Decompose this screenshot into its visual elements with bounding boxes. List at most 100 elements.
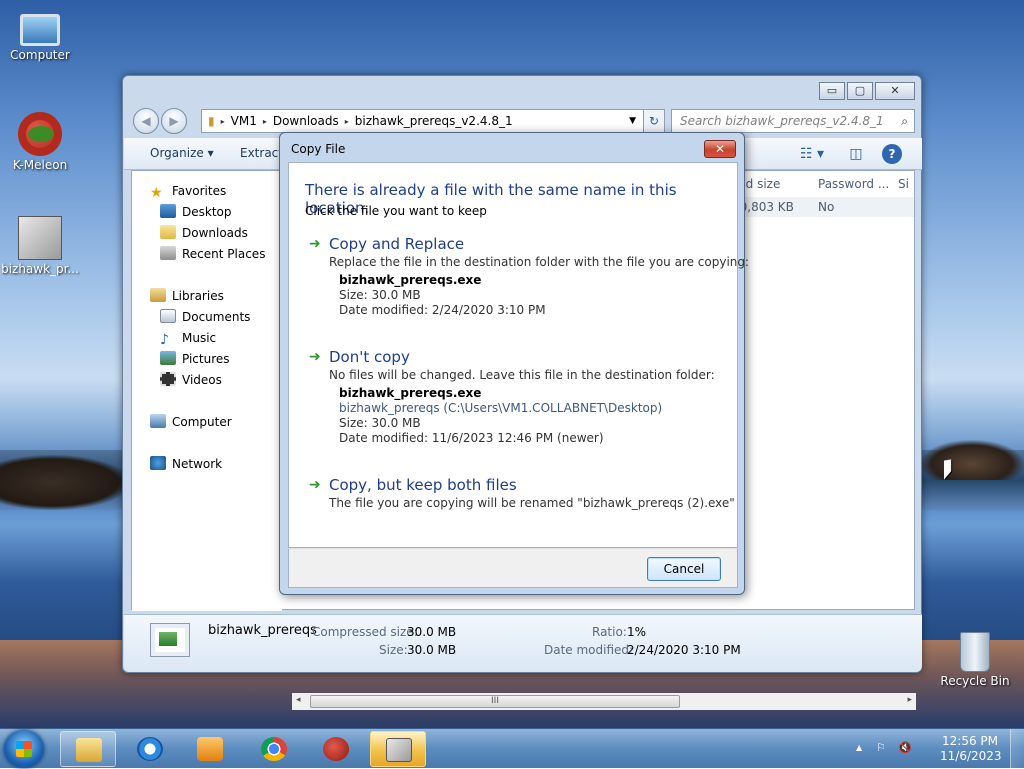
dialog-body: There is already a file with the same na… [288, 162, 749, 548]
refresh-button[interactable]: ↻ [643, 109, 665, 133]
internet-explorer-icon [137, 737, 163, 761]
desktop-icon [160, 204, 176, 218]
dialog-title: Copy File [291, 142, 346, 156]
help-icon[interactable]: ? [882, 144, 902, 164]
clock[interactable]: 12:56 PM 11/6/2023 [940, 734, 1002, 764]
option-copy-and-replace[interactable]: ➜ Copy and Replace Replace the file in t… [309, 235, 749, 325]
nav-favorites[interactable]: ★ Favorites [150, 181, 226, 201]
taskbar-internet-explorer[interactable] [122, 731, 178, 767]
nav-libraries[interactable]: Libraries [150, 286, 224, 306]
dialog-close-button[interactable]: ✕ [704, 140, 736, 158]
option-keep-both[interactable]: ➜ Copy, but keep both files The file you… [309, 476, 735, 516]
nav-label: Music [182, 331, 217, 345]
desktop-icon-label: Recycle Bin [940, 674, 1010, 688]
close-button[interactable]: ✕ [875, 82, 915, 100]
details-modified-value: 2/24/2020 3:10 PM [627, 643, 741, 657]
preview-pane-icon[interactable]: ◫ [846, 144, 866, 164]
scroll-left-arrow-icon[interactable]: ◂ [296, 695, 301, 705]
column-header-size[interactable]: Si [898, 173, 909, 195]
breadcrumb-downloads[interactable]: Downloads [267, 114, 345, 128]
nav-label: Recent Places [182, 247, 266, 261]
search-placeholder: Search bizhawk_prereqs_v2.4.8_1 [680, 114, 884, 128]
kmeleon-icon [18, 112, 62, 156]
nav-recent-places[interactable]: Recent Places [160, 244, 265, 264]
folder-icon: ▮ [208, 114, 215, 128]
address-dropdown-icon[interactable]: ▼ [629, 116, 636, 126]
speaker-muted-icon[interactable]: 🔇 [898, 741, 912, 754]
scroll-right-arrow-icon[interactable]: ▸ [907, 695, 912, 705]
nav-documents[interactable]: Documents [160, 307, 250, 327]
minimize-button[interactable]: ▭ [819, 82, 845, 100]
nav-computer[interactable]: Computer [150, 412, 232, 432]
option-file-name: bizhawk_prereqs.exe [339, 386, 482, 400]
organize-button[interactable]: Organize ▾ [150, 146, 214, 160]
computer-icon [150, 414, 166, 428]
network-icon [150, 456, 166, 470]
details-size-label: Size: [379, 643, 408, 657]
nav-desktop[interactable]: Desktop [160, 202, 232, 222]
nav-label: Favorites [172, 184, 227, 198]
green-arrow-icon: ➜ [309, 477, 321, 493]
documents-icon [160, 309, 176, 323]
nav-videos[interactable]: Videos [160, 370, 222, 390]
navigation-pane: ★ Favorites Desktop Downloads Recent Plac… [132, 171, 282, 611]
window-controls: ▭ ▢ ✕ [817, 82, 915, 100]
desktop-icon-computer[interactable]: Computer [0, 8, 80, 62]
rock-right [920, 440, 1024, 480]
taskbar-kmeleon[interactable] [308, 731, 364, 767]
scrollbar-thumb[interactable]: III [310, 695, 680, 708]
details-ratio-value: 1% [627, 625, 647, 639]
chrome-icon [261, 737, 287, 761]
taskbar-explorer[interactable] [60, 731, 116, 767]
taskbar-chrome[interactable] [246, 731, 302, 767]
cancel-button[interactable]: Cancel [647, 557, 721, 581]
explorer-icon [76, 738, 102, 762]
search-input[interactable]: Search bizhawk_prereqs_v2.4.8_1 ⌕ [671, 109, 915, 133]
back-button[interactable]: ◀ [133, 108, 159, 134]
forward-button[interactable]: ▶ [161, 108, 187, 134]
clock-time: 12:56 PM [942, 734, 998, 748]
downloads-folder-icon [160, 225, 176, 239]
desktop-icon-kmeleon[interactable]: K-Meleon [0, 112, 80, 172]
address-bar[interactable]: ▮ ▸ VM1 ▸ Downloads ▸ bizhawk_prereqs_v2… [201, 109, 663, 133]
nav-pictures[interactable]: Pictures [160, 349, 230, 369]
rock-left [0, 455, 130, 510]
maximize-button[interactable]: ▢ [847, 82, 873, 100]
nav-downloads[interactable]: Downloads [160, 223, 248, 243]
desktop-icon-bizhawk[interactable]: bizhawk_pr... [0, 216, 80, 276]
computer-icon [20, 14, 60, 46]
start-button[interactable] [4, 730, 44, 768]
navigation-bar: ◀ ▶ ▮ ▸ VM1 ▸ Downloads ▸ bizhawk_prereq… [131, 106, 917, 134]
taskbar-media-player[interactable] [182, 731, 238, 767]
column-header-password[interactable]: Password ... [818, 173, 889, 195]
copy-file-dialog: Copy File ✕ There is already a file with… [279, 132, 749, 595]
star-icon: ★ [150, 185, 163, 201]
videos-icon [160, 372, 176, 386]
taskbar: ▲ ⚐ 🔇 12:56 PM 11/6/2023 [0, 728, 1024, 769]
option-title: Copy and Replace [329, 235, 465, 253]
view-options-icon[interactable]: ☷ ▾ [792, 144, 832, 164]
show-hidden-icons-icon[interactable]: ▲ [856, 743, 862, 752]
horizontal-scrollbar[interactable]: ◂ III ▸ [292, 693, 916, 710]
mouse-cursor-icon [944, 459, 951, 480]
option-dont-copy[interactable]: ➜ Don't copy No files will be changed. L… [309, 348, 729, 453]
option-file-modified: Date modified: 2/24/2020 3:10 PM [339, 303, 546, 317]
nav-network[interactable]: Network [150, 454, 222, 474]
option-description: Replace the file in the destination fold… [329, 255, 750, 269]
cell-password: No [818, 200, 835, 214]
taskbar-installer[interactable] [370, 731, 426, 767]
search-icon[interactable]: ⌕ [901, 110, 908, 132]
action-center-flag-icon[interactable]: ⚐ [876, 741, 886, 754]
libraries-icon [150, 288, 166, 302]
clock-date: 11/6/2023 [940, 749, 1002, 763]
breadcrumb-vm1[interactable]: VM1 [225, 114, 263, 128]
desktop-icon-recycle-bin[interactable]: Recycle Bin [935, 632, 1015, 688]
breadcrumb-current-folder[interactable]: bizhawk_prereqs_v2.4.8_1 [349, 114, 519, 128]
dialog-footer: Cancel [288, 548, 738, 588]
option-file-size: Size: 30.0 MB [339, 288, 421, 302]
nav-music[interactable]: ♪ Music [160, 328, 216, 348]
nav-label: Libraries [172, 289, 224, 303]
system-tray: ▲ ⚐ 🔇 12:56 PM 11/6/2023 [854, 729, 1024, 769]
desktop-icon-label: K-Meleon [12, 158, 68, 172]
show-desktop-button[interactable] [1010, 729, 1024, 769]
